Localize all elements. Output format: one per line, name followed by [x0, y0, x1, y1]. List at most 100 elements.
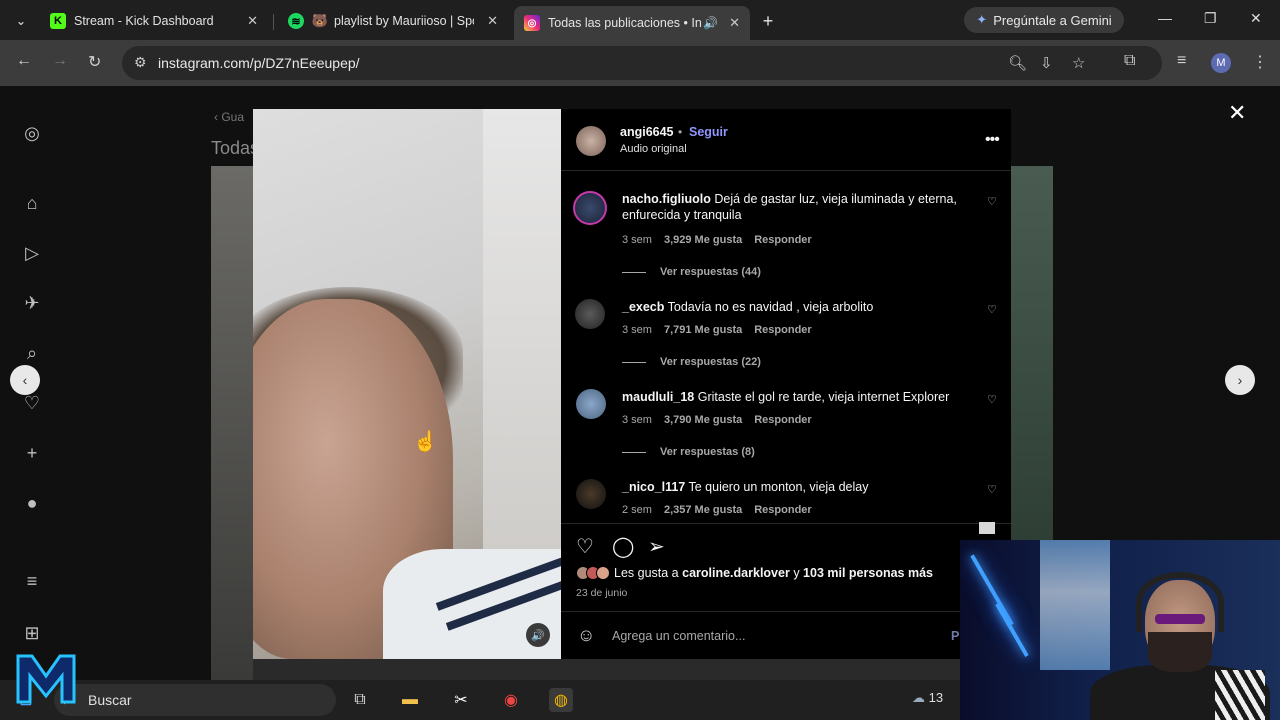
comment-username[interactable]: nacho.figliuolo: [622, 192, 711, 206]
tab-instagram[interactable]: ◎ Todas las publicaciones • In 🔊 ✕: [514, 6, 750, 40]
share-send-icon[interactable]: ➢: [648, 534, 665, 559]
comment-likes[interactable]: 3,929 Me gusta: [664, 234, 742, 246]
avatar[interactable]: [576, 126, 606, 156]
comment-likes[interactable]: 7,791 Me gusta: [664, 324, 742, 336]
tab-separator: [273, 14, 274, 30]
like-comment-icon[interactable]: ♡: [987, 303, 997, 316]
comment-bubble-icon[interactable]: ◯: [612, 534, 634, 559]
comment-likes[interactable]: 3,790 Me gusta: [664, 414, 742, 426]
messages-icon[interactable]: ✈: [21, 292, 43, 314]
comment-likes[interactable]: 2,357 Me gusta: [664, 504, 742, 516]
follow-button[interactable]: Seguir: [689, 125, 728, 139]
close-tab-icon[interactable]: ✕: [487, 13, 498, 29]
bookmark-star-icon[interactable]: ☆: [1072, 54, 1085, 72]
view-replies-button[interactable]: Ver respuestas (8): [622, 446, 755, 458]
audio-label[interactable]: Audio original: [620, 143, 687, 155]
comment-item: maudluli_18 Gritaste el gol re tarde, vi…: [561, 389, 1011, 479]
tab-search-button[interactable]: ⌄: [8, 8, 34, 32]
task-view-icon[interactable]: ⧉: [348, 688, 372, 712]
obs-icon[interactable]: ◉: [499, 688, 523, 712]
avatar[interactable]: [573, 191, 607, 225]
minimize-icon[interactable]: —: [1158, 10, 1172, 26]
comment-meta: 3 sem 7,791 Me gusta Responder: [622, 324, 824, 336]
view-replies-button[interactable]: Ver respuestas (44): [622, 266, 761, 278]
speaker-icon[interactable]: 🔊: [703, 16, 718, 30]
install-app-icon[interactable]: ⇩: [1040, 54, 1053, 72]
reload-icon[interactable]: ↻: [88, 52, 101, 72]
profile-avatar-icon[interactable]: ●: [21, 492, 43, 514]
extensions-icon[interactable]: ⧉: [1124, 52, 1135, 70]
home-icon[interactable]: ⌂: [21, 192, 43, 214]
instagram-logo-icon[interactable]: ◎: [21, 122, 43, 144]
url-text[interactable]: instagram.com/p/DZ7nEeeupep/: [158, 55, 360, 71]
post-video[interactable]: ☝: [253, 109, 561, 659]
site-settings-icon[interactable]: ⚙: [134, 54, 147, 71]
gemini-button[interactable]: ✦ Pregúntale a Gemini: [964, 7, 1124, 33]
save-bookmark-icon[interactable]: [979, 522, 995, 534]
capcut-icon[interactable]: ✂: [449, 688, 473, 712]
reply-button[interactable]: Responder: [754, 324, 811, 336]
reply-button[interactable]: Responder: [754, 414, 811, 426]
restore-icon[interactable]: ❐: [1204, 10, 1217, 27]
streamer-m-logo: [16, 654, 76, 704]
close-tab-icon[interactable]: ✕: [729, 15, 740, 31]
likes-rest[interactable]: 103 mil personas más: [803, 566, 933, 580]
zoom-icon[interactable]: 🔍︎: [1008, 54, 1027, 72]
avatar[interactable]: [575, 299, 605, 329]
avatar[interactable]: [576, 479, 606, 509]
close-tab-icon[interactable]: ✕: [247, 13, 258, 29]
view-replies-label: Ver respuestas (44): [660, 266, 761, 278]
create-plus-icon[interactable]: +: [21, 442, 43, 464]
tab-spotify[interactable]: ≋ 🐻 playlist by Mauriioso | Spo ✕: [278, 6, 508, 36]
breadcrumb[interactable]: ‹ Gua: [214, 110, 244, 124]
more-options-icon[interactable]: •••: [985, 131, 1000, 149]
comment-age: 3 sem: [622, 324, 652, 336]
profile-avatar[interactable]: M: [1211, 53, 1231, 73]
like-comment-icon[interactable]: ♡: [987, 393, 997, 406]
chrome-icon[interactable]: ◍: [549, 688, 573, 712]
new-tab-button[interactable]: +: [756, 6, 780, 36]
reply-button[interactable]: Responder: [754, 234, 811, 246]
emoji-icon[interactable]: ☺: [577, 625, 595, 646]
webcam-frame: [970, 554, 1014, 626]
file-explorer-icon[interactable]: ▬: [398, 688, 422, 712]
avatar[interactable]: [576, 389, 606, 419]
weather-widget[interactable]: ☁ 13: [912, 690, 943, 706]
also-from-meta-icon[interactable]: ⊞: [21, 622, 43, 644]
media-control-icon[interactable]: ≡: [1177, 52, 1186, 70]
mute-toggle-button[interactable]: 🔊: [526, 623, 550, 647]
likes-summary[interactable]: Les gusta a caroline.darklover y 103 mil…: [576, 566, 933, 580]
reply-button[interactable]: Responder: [754, 504, 811, 516]
like-heart-icon[interactable]: ♡: [576, 534, 594, 559]
likes-user[interactable]: caroline.darklover: [682, 566, 790, 580]
view-replies-button[interactable]: Ver respuestas (22): [622, 356, 761, 368]
previous-post-button[interactable]: ‹: [10, 365, 40, 395]
more-menu-icon[interactable]: ≡: [21, 570, 43, 592]
menu-kebab-icon[interactable]: ⋮: [1252, 52, 1268, 72]
comment-username[interactable]: maudluli_18: [622, 390, 694, 404]
search-icon[interactable]: ⌕: [21, 342, 43, 364]
back-arrow-icon[interactable]: ←: [16, 52, 32, 70]
like-comment-icon[interactable]: ♡: [987, 483, 997, 496]
close-modal-icon[interactable]: ✕: [1228, 100, 1246, 126]
taskbar-search[interactable]: ⌕ Buscar: [54, 684, 336, 716]
comment-input[interactable]: Agrega un comentario...: [612, 629, 745, 643]
post-username[interactable]: angi6645: [620, 125, 674, 139]
close-window-icon[interactable]: ✕: [1250, 10, 1262, 27]
forward-arrow-icon[interactable]: →: [52, 52, 68, 70]
notifications-heart-icon[interactable]: ♡: [21, 392, 43, 414]
tab-kick[interactable]: K Stream - Kick Dashboard ✕: [40, 6, 268, 36]
like-comment-icon[interactable]: ♡: [987, 195, 997, 208]
comment-username[interactable]: _nico_l117: [622, 480, 685, 494]
comment-age: 3 sem: [622, 234, 652, 246]
comment-meta: 2 sem 2,357 Me gusta Responder: [622, 504, 824, 516]
comment-username[interactable]: _execb: [622, 300, 664, 314]
gemini-sparkle-icon: ✦: [976, 12, 988, 27]
next-post-button[interactable]: ›: [1225, 365, 1255, 395]
address-bar[interactable]: ⚙ instagram.com/p/DZ7nEeeupep/ 🔍︎ ⇩ ☆: [122, 46, 1162, 80]
comment-item: _execb Todavía no es navidad , vieja arb…: [561, 299, 1011, 389]
view-replies-label: Ver respuestas (8): [660, 446, 755, 458]
toolbar: ← → ↻ ⚙ instagram.com/p/DZ7nEeeupep/ 🔍︎ …: [0, 40, 1280, 86]
comment-body: Todavía no es navidad , vieja arbolito: [667, 300, 874, 314]
reels-icon[interactable]: ▷: [21, 242, 43, 264]
